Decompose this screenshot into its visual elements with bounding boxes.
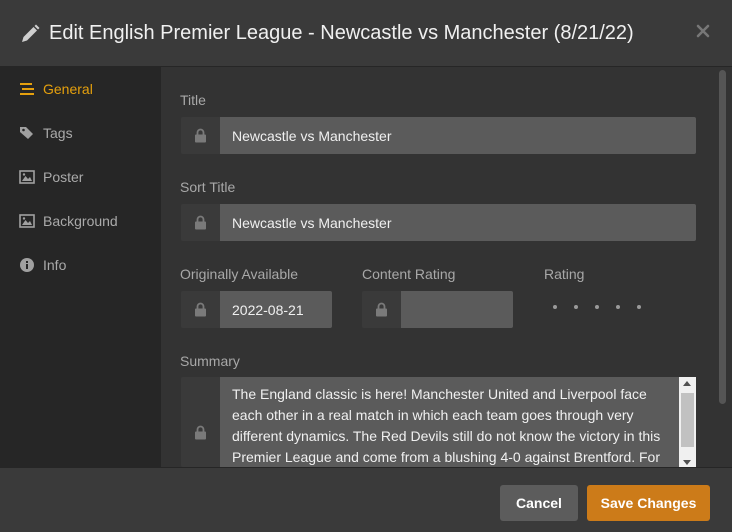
close-icon[interactable] [696, 24, 710, 38]
pencil-icon [22, 24, 40, 42]
sidebar-item-label: General [43, 81, 93, 97]
rating-star-5[interactable] [637, 305, 641, 309]
general-form: Title Newcastle vs Manchester Sort Title… [161, 67, 732, 467]
originally-available-lock-button[interactable] [181, 291, 220, 328]
edit-dialog: Edit English Premier League - Newcastle … [0, 0, 732, 532]
content-rating-label: Content Rating [362, 266, 456, 282]
summary-lock-button[interactable] [181, 377, 220, 467]
tag-icon [20, 127, 33, 139]
sidebar-item-poster[interactable]: Poster [0, 162, 161, 192]
content-rating-input[interactable] [401, 291, 513, 328]
sidebar: General Tags Poster Background Info [0, 67, 161, 467]
lock-icon [195, 425, 206, 440]
lock-icon [195, 128, 206, 143]
content-rating-lock-button[interactable] [362, 291, 401, 328]
rating-star-1[interactable] [553, 305, 557, 309]
dialog-header: Edit English Premier League - Newcastle … [0, 0, 732, 67]
sidebar-item-general[interactable]: General [0, 74, 161, 104]
originally-available-input[interactable]: 2022-08-21 [220, 291, 332, 328]
star-rating[interactable] [551, 305, 661, 311]
title-input[interactable]: Newcastle vs Manchester [220, 117, 696, 154]
title-lock-button[interactable] [181, 117, 220, 154]
lock-icon [195, 302, 206, 317]
sort-title-lock-button[interactable] [181, 204, 220, 241]
rating-star-4[interactable] [616, 305, 620, 309]
sidebar-item-background[interactable]: Background [0, 206, 161, 236]
summary-line: The England classic is here! Manchester … [232, 386, 647, 402]
dialog-footer: Cancel Save Changes [0, 467, 732, 532]
scroll-up-icon[interactable] [683, 381, 691, 386]
scrollbar-thumb[interactable] [681, 393, 694, 447]
lock-icon [376, 302, 387, 317]
summary-scrollbar[interactable] [679, 377, 696, 467]
dialog-scrollbar[interactable] [719, 70, 726, 404]
save-changes-button[interactable]: Save Changes [587, 485, 710, 521]
rating-star-3[interactable] [595, 305, 599, 309]
summary-line: each other in a real match in which each… [232, 407, 634, 423]
summary-line: Premier League and come from a blushing … [232, 449, 661, 465]
scroll-down-icon[interactable] [683, 460, 691, 465]
image-icon [19, 170, 35, 184]
sort-title-input[interactable]: Newcastle vs Manchester [220, 204, 696, 241]
sidebar-item-label: Background [43, 213, 118, 229]
summary-textarea[interactable]: The England classic is here! Manchester … [220, 377, 696, 467]
cancel-button[interactable]: Cancel [500, 485, 578, 521]
sidebar-item-label: Tags [43, 125, 73, 141]
list-icon [20, 83, 34, 95]
rating-label: Rating [544, 266, 585, 282]
sidebar-item-label: Poster [43, 169, 84, 185]
info-icon [20, 258, 34, 272]
summary-label: Summary [180, 353, 240, 369]
sidebar-item-label: Info [43, 257, 67, 273]
sidebar-item-info[interactable]: Info [0, 250, 161, 280]
rating-star-2[interactable] [574, 305, 578, 309]
sidebar-item-tags[interactable]: Tags [0, 118, 161, 148]
summary-line: different dynamics. The Red Devils still… [232, 428, 661, 444]
title-label: Title [180, 92, 206, 108]
sort-title-label: Sort Title [180, 179, 236, 195]
dialog-title: Edit English Premier League - Newcastle … [49, 22, 634, 44]
originally-available-label: Originally Available [180, 266, 299, 282]
image-icon [19, 214, 35, 228]
lock-icon [195, 215, 206, 230]
